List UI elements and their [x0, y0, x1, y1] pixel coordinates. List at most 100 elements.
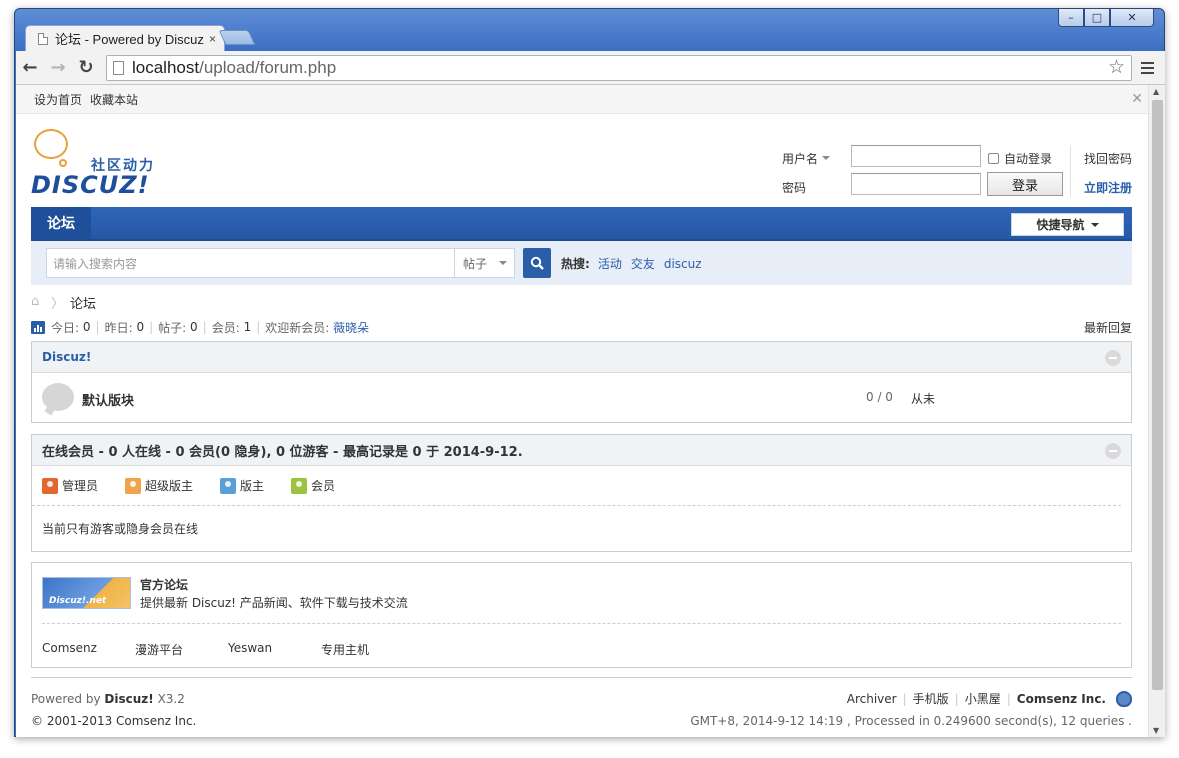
collapse-icon[interactable] — [1105, 443, 1121, 459]
login-button[interactable]: 登录 — [987, 172, 1063, 196]
mobile-link[interactable]: 手机版 — [913, 690, 949, 707]
latest-reply-link[interactable]: 最新回复 — [1084, 319, 1132, 336]
forum-thread-post-count: 0 / 0 — [866, 390, 893, 404]
forum-bubble-icon — [42, 383, 74, 411]
official-forum-link[interactable]: 官方论坛 — [140, 576, 188, 593]
admin-user-icon — [42, 477, 58, 494]
search-input[interactable]: 请输入搜索内容 — [46, 248, 455, 278]
username-input[interactable] — [851, 145, 981, 167]
auto-login-checkbox[interactable]: 自动登录 — [988, 150, 1052, 167]
page-icon — [113, 60, 124, 75]
discuz-link[interactable]: Discuz! — [104, 692, 153, 706]
chevron-down-icon — [499, 261, 508, 269]
forum-stats: 今日: 0 | 昨日: 0 | 帖子: 0 | 会员: 1 | 欢迎新会员: 薇… — [31, 319, 1132, 335]
chrome-menu-icon[interactable] — [1132, 54, 1162, 82]
site-logo[interactable]: 社区动力 DISCUZ! — [31, 129, 161, 199]
online-note: 当前只有游客或隐身会员在线 — [42, 522, 199, 536]
browser-toolbar: ← → ↻ localhost/upload/forum.php ☆ — [16, 51, 1165, 85]
powered-by: Powered by Discuz! X3.2 — [31, 692, 185, 706]
main-nav: 论坛 快捷导航 — [31, 207, 1132, 241]
forum-name-link[interactable]: 默认版块 — [82, 390, 134, 409]
footer-links: Archiver | 手机版 | 小黑屋 | Comsenz Inc. — [847, 690, 1132, 707]
close-window-button[interactable]: ✕ — [1110, 9, 1154, 27]
breadcrumb-current: 论坛 — [70, 296, 97, 312]
legend-item: 管理员 — [42, 477, 98, 494]
members-count: 1 — [243, 320, 252, 334]
friend-link-list: Comsenz 漫游平台 Yeswan 专用主机 — [42, 641, 414, 658]
search-type-select[interactable]: 帖子 — [454, 248, 515, 278]
forum-row: 默认版块 0 / 0 从未 — [32, 373, 1131, 421]
divider — [1070, 145, 1071, 197]
minimize-button[interactable]: – — [1058, 9, 1084, 27]
maximize-button[interactable]: □ — [1084, 9, 1110, 27]
security-shield-icon[interactable] — [1116, 690, 1132, 707]
scroll-thumb[interactable] — [1152, 100, 1163, 690]
official-forum-desc: 提供最新 Discuz! 产品新闻、软件下载与技术交流 — [140, 596, 408, 610]
register-link[interactable]: 立即注册 — [1084, 179, 1132, 196]
switch-width-icon[interactable]: ✕ — [1131, 91, 1143, 107]
newest-member-link[interactable]: 薇晓朵 — [333, 319, 369, 336]
divider — [42, 623, 1121, 624]
chevron-right-icon: 〉 — [51, 296, 65, 312]
tab-title: 论坛 - Powered by Discuz! — [55, 32, 205, 47]
copyright: © 2001-2013 Comsenz Inc. — [31, 714, 197, 728]
address-bar[interactable]: localhost/upload/forum.php ☆ — [106, 54, 1132, 81]
forward-button[interactable]: → — [44, 54, 72, 82]
yesterday-count: 0 — [136, 320, 145, 334]
username-label[interactable]: 用户名 — [782, 150, 831, 167]
search-button[interactable] — [523, 248, 551, 278]
new-tab-button[interactable] — [218, 30, 256, 45]
legend-item: 超级版主 — [125, 477, 193, 494]
hot-search-link[interactable]: 交友 — [631, 257, 655, 271]
friend-link[interactable]: Comsenz — [42, 641, 135, 658]
blacklist-link[interactable]: 小黑屋 — [965, 690, 1001, 707]
friend-links: Discuz!.net 官方论坛 提供最新 Discuz! 产品新闻、软件下载与… — [31, 562, 1132, 668]
scroll-up-icon[interactable]: ▲ — [1153, 87, 1159, 96]
user-group-legend: 管理员 超级版主 版主 会员 — [32, 466, 1121, 506]
chevron-down-icon — [1090, 222, 1099, 231]
browser-tab[interactable]: 论坛 - Powered by Discuz! × — [25, 25, 225, 51]
discuz-net-banner[interactable]: Discuz!.net — [42, 577, 131, 609]
super-moderator-user-icon — [125, 477, 142, 494]
friend-link[interactable]: Yeswan — [228, 641, 321, 658]
search-bar: 请输入搜索内容 帖子 热搜: 活动 交友 discuz — [31, 241, 1132, 285]
tab-close-icon[interactable]: × — [209, 32, 216, 46]
breadcrumb: ⌂ 〉 论坛 — [31, 293, 1132, 312]
hot-search-link[interactable]: 活动 — [598, 257, 622, 271]
logo-bubble-icon — [34, 129, 68, 159]
scroll-down-icon[interactable]: ▼ — [1153, 726, 1159, 735]
home-icon[interactable]: ⌂ — [31, 295, 45, 308]
online-header: 在线会员 - 0 人在线 - 0 会员(0 隐身), 0 位游客 - 最高记录是… — [32, 435, 1131, 466]
friend-link[interactable]: 专用主机 — [321, 641, 414, 658]
forum-group: Discuz! 默认版块 0 / 0 从未 — [31, 341, 1132, 423]
chevron-down-icon — [822, 155, 831, 164]
posts-count: 0 — [190, 320, 198, 334]
friend-link[interactable]: 漫游平台 — [135, 641, 228, 658]
search-icon — [530, 256, 544, 270]
quick-nav-button[interactable]: 快捷导航 — [1011, 213, 1124, 236]
url-path: /upload/forum.php — [199, 57, 337, 77]
nav-item-forum[interactable]: 论坛 — [31, 207, 91, 239]
hot-searches: 热搜: 活动 交友 discuz — [561, 255, 711, 272]
footer: Powered by Discuz! X3.2 © 2001-2013 Coms… — [31, 677, 1132, 737]
bookmark-site-link[interactable]: 收藏本站 — [90, 91, 138, 108]
password-input[interactable] — [851, 173, 981, 195]
checkbox-icon[interactable] — [988, 153, 999, 164]
archiver-link[interactable]: Archiver — [847, 692, 897, 706]
stats-chart-icon[interactable] — [31, 320, 45, 334]
forum-last-post: 从未 — [911, 392, 936, 406]
bookmark-star-icon[interactable]: ☆ — [1108, 56, 1125, 79]
hot-search-link[interactable]: discuz — [664, 257, 702, 271]
browser-window: – □ ✕ 论坛 - Powered by Discuz! × ← → ↻ lo… — [14, 8, 1165, 737]
today-count: 0 — [82, 320, 91, 334]
reload-button[interactable]: ↻ — [72, 54, 100, 82]
set-home-link[interactable]: 设为首页 — [34, 91, 82, 108]
scrollbar[interactable]: ▲ ▼ — [1148, 85, 1165, 737]
comsenz-link[interactable]: Comsenz Inc. — [1017, 692, 1106, 706]
back-button[interactable]: ← — [16, 54, 44, 82]
page-icon — [38, 32, 48, 45]
online-title[interactable]: 在线会员 - 0 人在线 - 0 会员(0 隐身), 0 位游客 - 最高记录是… — [42, 441, 523, 460]
collapse-icon[interactable] — [1105, 350, 1121, 366]
forgot-password-link[interactable]: 找回密码 — [1084, 150, 1132, 167]
forum-group-title[interactable]: Discuz! — [42, 350, 91, 364]
